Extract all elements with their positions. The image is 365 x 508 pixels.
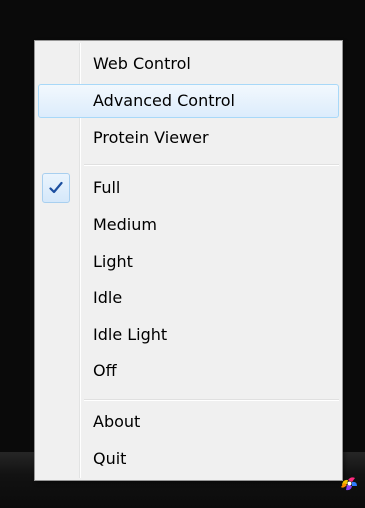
menu-item-advanced-control[interactable]: Advanced Control [38, 84, 339, 118]
menu-item-full[interactable]: Full [38, 171, 339, 205]
menu-item-label: Full [93, 178, 121, 197]
menu-item-about[interactable]: About [38, 405, 339, 439]
menu-item-label: Medium [93, 215, 157, 234]
menu-item-idle[interactable]: Idle [38, 281, 339, 315]
menu-separator [84, 164, 339, 166]
menu-item-protein-viewer[interactable]: Protein Viewer [38, 121, 339, 155]
menu-item-label: Quit [93, 449, 127, 468]
menu-item-idle-light[interactable]: Idle Light [38, 318, 339, 352]
menu-item-label: Advanced Control [93, 91, 235, 110]
menu-item-quit[interactable]: Quit [38, 442, 339, 476]
menu-item-label: Idle Light [93, 325, 168, 344]
menu-item-label: Web Control [93, 54, 191, 73]
menu-item-medium[interactable]: Medium [38, 208, 339, 242]
menu-item-label: Off [93, 361, 117, 380]
menu-item-label: Idle [93, 288, 123, 307]
checkmark-icon [42, 173, 70, 203]
folding-at-home-icon[interactable] [338, 470, 362, 494]
menu-item-off[interactable]: Off [38, 354, 339, 388]
menu-separator [84, 399, 339, 401]
menu-item-light[interactable]: Light [38, 245, 339, 279]
menu-item-label: About [93, 412, 141, 431]
menu-item-web-control[interactable]: Web Control [38, 47, 339, 81]
menu-item-label: Light [93, 252, 133, 271]
tray-context-menu: Web Control Advanced Control Protein Vie… [34, 40, 343, 481]
menu-item-label: Protein Viewer [93, 128, 209, 147]
